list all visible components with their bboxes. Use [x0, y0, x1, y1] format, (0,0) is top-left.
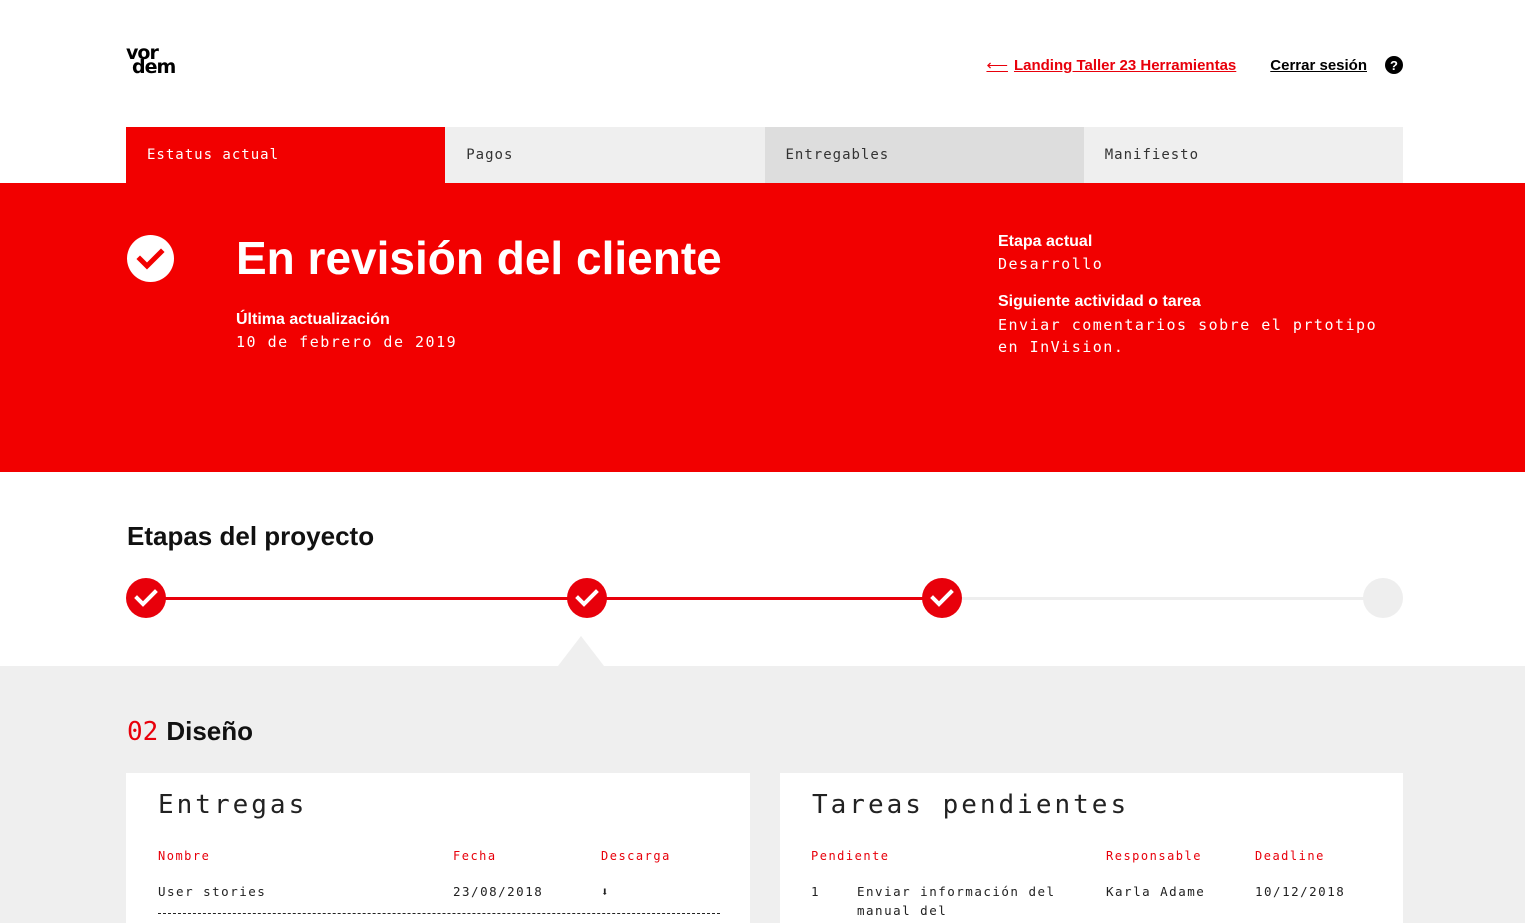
- help-icon[interactable]: ?: [1385, 56, 1403, 74]
- timeline-segment: [587, 597, 942, 600]
- timeline-segment: [942, 597, 1383, 600]
- task-description: Enviar información del manual del partic…: [857, 884, 1056, 923]
- stage-name: Diseño: [166, 716, 253, 746]
- tab-manifiesto[interactable]: Manifiesto: [1083, 127, 1403, 183]
- deliveries-col-name: Nombre: [158, 849, 211, 863]
- row-divider: [158, 913, 720, 914]
- tasks-col-owner: Responsable: [1106, 849, 1202, 863]
- check-icon: [575, 589, 599, 607]
- task-number: 1: [811, 884, 821, 899]
- delivery-date: 23/08/2018: [453, 884, 544, 899]
- vordem-logo[interactable]: vor dem: [126, 44, 198, 80]
- current-stage-value: Desarrollo: [998, 255, 1104, 273]
- tasks-col-pending: Pendiente: [811, 849, 890, 863]
- deliveries-title: Entregas: [158, 790, 308, 820]
- check-icon: [930, 589, 954, 607]
- logo-line-2: dem: [132, 56, 176, 78]
- stages-timeline: [126, 578, 1403, 618]
- tasks-title: Tareas pendientes: [812, 790, 1130, 820]
- main-tabs: Estatus actual Pagos Entregables Manifie…: [126, 127, 1403, 183]
- header-nav: ⟵ Landing Taller 23 Herramientas Cerrar …: [986, 56, 1403, 74]
- current-stage-label: Etapa actual: [998, 233, 1093, 250]
- selected-stage-heading: 02 Diseño: [127, 716, 253, 747]
- download-icon[interactable]: ⬇: [601, 882, 610, 901]
- tab-estatus-actual[interactable]: Estatus actual: [126, 127, 446, 183]
- delivery-name: User stories: [158, 884, 267, 899]
- stage-node-1[interactable]: [126, 578, 166, 618]
- task-owner: Karla Adame: [1106, 884, 1206, 899]
- status-hero: En revisión del cliente Última actualiza…: [0, 183, 1525, 472]
- timeline-segment: [146, 597, 587, 600]
- selected-stage-pointer: [558, 636, 604, 666]
- stage-number: 02: [127, 717, 159, 747]
- deliveries-col-download: Descarga: [601, 849, 671, 863]
- check-circle-icon: [127, 235, 174, 282]
- task-deadline: 10/12/2018: [1255, 884, 1346, 899]
- landing-back-label: Landing Taller 23 Herramientas: [1013, 56, 1237, 74]
- deliveries-card: Entregas Nombre Fecha Descarga User stor…: [126, 773, 750, 923]
- last-update-value: 10 de febrero de 2019: [236, 333, 458, 351]
- landing-back-link[interactable]: ⟵ Landing Taller 23 Herramientas: [986, 56, 1237, 75]
- next-activity-value: Enviar comentarios sobre el prtotipo en …: [998, 316, 1378, 356]
- stage-node-4[interactable]: [1363, 578, 1403, 618]
- deliveries-col-date: Fecha: [453, 849, 497, 863]
- stage-node-2[interactable]: [567, 578, 607, 618]
- logout-link[interactable]: Cerrar sesión: [1270, 57, 1367, 74]
- tab-entregables[interactable]: Entregables: [764, 127, 1084, 183]
- check-icon: [134, 589, 158, 607]
- tasks-card: Tareas pendientes Pendiente Responsable …: [780, 773, 1403, 923]
- last-update-label: Última actualización: [236, 311, 390, 328]
- tab-pagos[interactable]: Pagos: [445, 127, 765, 183]
- arrow-left-icon: ⟵: [986, 57, 1008, 74]
- stages-title: Etapas del proyecto: [127, 521, 375, 551]
- next-activity-label: Siguiente actividad o tarea: [998, 293, 1201, 310]
- status-title: En revisión del cliente: [236, 232, 722, 284]
- tasks-col-deadline: Deadline: [1255, 849, 1325, 863]
- stage-node-3[interactable]: [922, 578, 962, 618]
